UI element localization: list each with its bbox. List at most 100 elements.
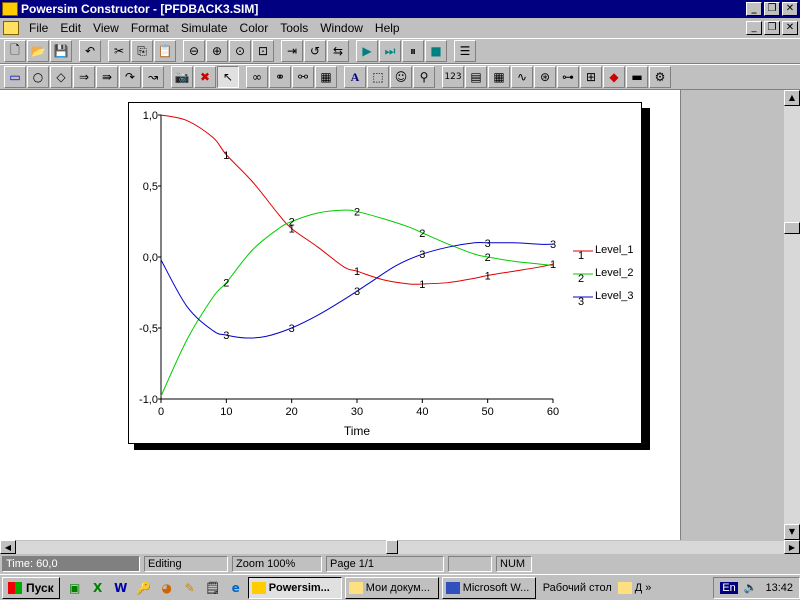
volume-icon[interactable]: 🔈 xyxy=(744,581,758,594)
x-tick-label: 10 xyxy=(220,406,232,418)
doc-close-button[interactable]: ✕ xyxy=(782,21,798,35)
auxiliary-icon[interactable]: ○ xyxy=(27,66,49,88)
vertical-scrollbar[interactable]: ▲ ▼ xyxy=(784,90,800,540)
excel-icon[interactable]: X xyxy=(87,578,109,598)
menu-format[interactable]: Format xyxy=(125,21,175,35)
picture-icon[interactable]: ☺ xyxy=(390,66,412,88)
pause-icon[interactable]: ⏸ xyxy=(402,40,424,62)
status-bar: Time: 60,0 Editing Zoom 100% Page 1/1 NU… xyxy=(0,554,800,574)
zoom-in-icon[interactable]: ⊕ xyxy=(206,40,228,62)
blocks-icon[interactable]: ▦ xyxy=(315,66,337,88)
menu-simulate[interactable]: Simulate xyxy=(175,21,234,35)
menu-edit[interactable]: Edit xyxy=(54,21,87,35)
word-icon[interactable]: W xyxy=(110,578,132,598)
grid-icon[interactable]: ▦ xyxy=(488,66,510,88)
menu-file[interactable]: File xyxy=(23,21,54,35)
new-icon[interactable]: 🗋 xyxy=(4,40,26,62)
reset-icon[interactable]: ↺ xyxy=(304,40,326,62)
pencil-icon[interactable]: ✎ xyxy=(179,578,201,598)
notepad-icon[interactable]: 🗒 xyxy=(202,578,224,598)
scroll-right-icon[interactable]: ▶ xyxy=(784,540,800,554)
scroll-down-icon[interactable]: ▼ xyxy=(784,524,800,540)
delete-icon[interactable]: ✖ xyxy=(194,66,216,88)
switch-icon[interactable]: ⊶ xyxy=(557,66,579,88)
save-icon[interactable]: 💾 xyxy=(50,40,72,62)
access-icon[interactable]: 🔑 xyxy=(133,578,155,598)
status-mode: Editing xyxy=(144,556,228,572)
app-icon[interactable] xyxy=(2,2,18,16)
graph-icon[interactable]: ∿ xyxy=(511,66,533,88)
probe-icon[interactable]: ⚲ xyxy=(413,66,435,88)
restore-button[interactable]: ❐ xyxy=(764,2,780,16)
zoom-out-icon[interactable]: ⊖ xyxy=(183,40,205,62)
powersim-task-icon xyxy=(251,581,266,594)
close-button[interactable]: ✕ xyxy=(782,2,798,16)
more-chevron-icon[interactable]: » xyxy=(645,582,651,594)
snapshot-icon[interactable]: 📷 xyxy=(171,66,193,88)
scatter-icon[interactable]: ⊛ xyxy=(534,66,556,88)
hscroll-thumb[interactable] xyxy=(386,540,398,554)
link-icon[interactable]: ↷ xyxy=(119,66,141,88)
undo-icon[interactable]: ↶ xyxy=(79,40,101,62)
language-indicator[interactable]: En xyxy=(720,581,738,594)
menu-window[interactable]: Window xyxy=(314,21,369,35)
y-tick-label: 1,0 xyxy=(143,110,158,122)
series-marker-label: 1 xyxy=(419,279,425,291)
scroll-left-icon[interactable]: ◀ xyxy=(0,540,16,554)
folder-d-icon[interactable] xyxy=(617,581,632,594)
start-button[interactable]: Пуск xyxy=(2,576,60,599)
doc-restore-button[interactable]: ❐ xyxy=(764,21,780,35)
text-icon[interactable]: A xyxy=(344,66,366,88)
horizontal-scrollbar[interactable]: ◀ ▶ xyxy=(0,540,800,554)
legend-marker: 1 xyxy=(578,250,584,262)
menu-color[interactable]: Color xyxy=(234,21,275,35)
level-icon[interactable]: ▭ xyxy=(4,66,26,88)
pointer-icon[interactable]: ↖ xyxy=(217,66,239,88)
scroll-thumb[interactable] xyxy=(784,222,800,234)
menu-view[interactable]: View xyxy=(87,21,125,35)
frame-icon[interactable]: ⬚ xyxy=(367,66,389,88)
document-icon[interactable] xyxy=(3,21,19,35)
zoom-fit-icon[interactable]: ⊡ xyxy=(252,40,274,62)
run-step-icon[interactable]: ⏭ xyxy=(379,40,401,62)
chain-icon[interactable]: ∞ xyxy=(246,66,268,88)
run-icon[interactable]: ▶ xyxy=(356,40,378,62)
stop-icon[interactable]: ■ xyxy=(425,40,447,62)
chain-alt2-icon[interactable]: ⚯ xyxy=(292,66,314,88)
folder-d-label[interactable]: Д xyxy=(635,582,642,594)
button-icon[interactable]: ▬ xyxy=(626,66,648,88)
menu-help[interactable]: Help xyxy=(369,21,406,35)
properties-icon[interactable]: ☰ xyxy=(454,40,476,62)
chain-alt-icon[interactable]: ⚭ xyxy=(269,66,291,88)
flow-with-rate-icon[interactable]: ⇛ xyxy=(96,66,118,88)
window-title: Powersim Constructor - [PFDBACK3.SIM] xyxy=(21,2,259,16)
task-word[interactable]: Microsoft W... xyxy=(441,576,536,599)
compile-icon[interactable]: ⇆ xyxy=(327,40,349,62)
diamond-icon[interactable]: ◆ xyxy=(603,66,625,88)
copy-icon[interactable]: ⎘ xyxy=(131,40,153,62)
task-my-documents[interactable]: Мои докум... xyxy=(344,576,439,599)
zoom-reset-icon[interactable]: ⊙ xyxy=(229,40,251,62)
doc-minimize-button[interactable]: _ xyxy=(746,21,762,35)
task-powersim[interactable]: Powersim... xyxy=(247,576,342,599)
ie-icon[interactable]: e xyxy=(225,578,247,598)
cut-icon[interactable]: ✂ xyxy=(108,40,130,62)
flow-icon[interactable]: ⇒ xyxy=(73,66,95,88)
open-icon[interactable]: 📂 xyxy=(27,40,49,62)
menu-tools[interactable]: Tools xyxy=(274,21,314,35)
powerpoint-icon[interactable]: ◕ xyxy=(156,578,178,598)
number-icon[interactable]: 123 xyxy=(442,66,464,88)
minimize-button[interactable]: _ xyxy=(746,2,762,16)
time-graph[interactable]: -1,0 -0,5 0,0 0,5 1,0 0 10 20 30 40 50 60 Time 1 1 1 1 1 1… xyxy=(128,102,642,444)
slider-icon[interactable]: ⊞ xyxy=(580,66,602,88)
step-icon[interactable]: ⇥ xyxy=(281,40,303,62)
table-icon[interactable]: ▤ xyxy=(465,66,487,88)
desktop-icon[interactable]: ▣ xyxy=(64,578,86,598)
paste-icon[interactable]: 📋 xyxy=(154,40,176,62)
status-num: NUM xyxy=(496,556,532,572)
gears-icon[interactable]: ⚙ xyxy=(649,66,671,88)
scroll-up-icon[interactable]: ▲ xyxy=(784,90,800,106)
delayed-link-icon[interactable]: ↝ xyxy=(142,66,164,88)
desktop-toolbar-label[interactable]: Рабочий стол xyxy=(543,582,612,594)
constant-icon[interactable]: ◇ xyxy=(50,66,72,88)
